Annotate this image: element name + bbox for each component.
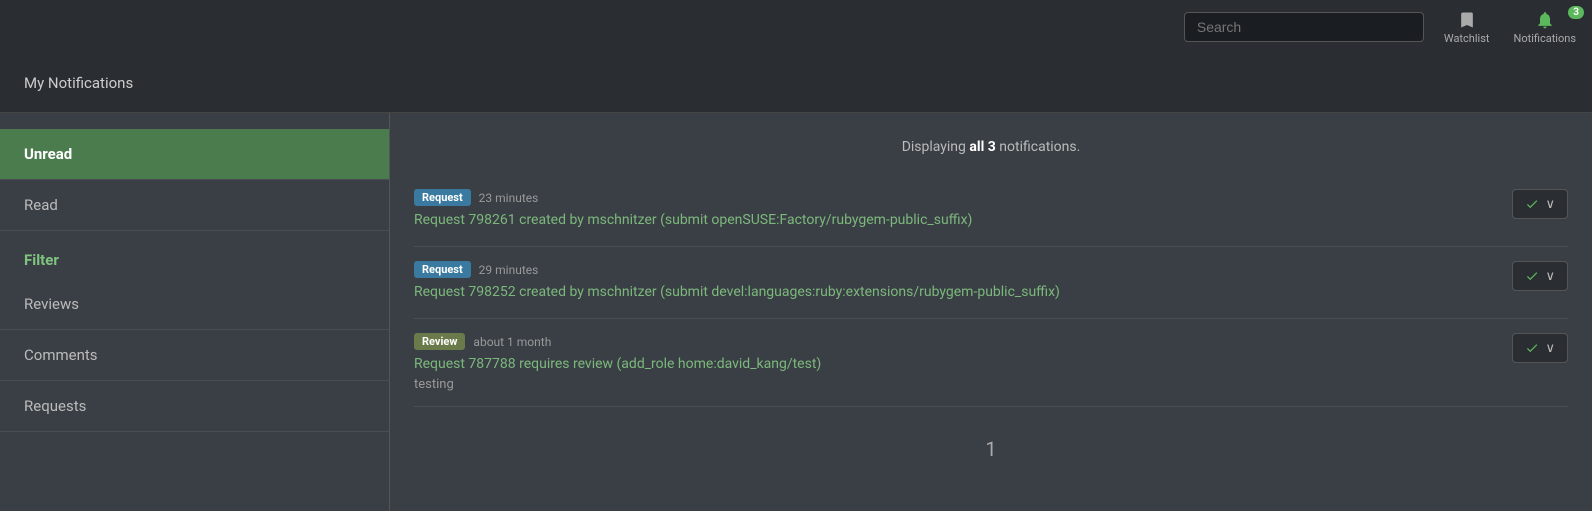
page-title: My Notifications bbox=[24, 74, 133, 92]
notification-link[interactable]: Request 798252 created by mschnitzer (su… bbox=[414, 284, 1492, 300]
notification-item: Request 29 minutes Request 798252 create… bbox=[414, 247, 1568, 319]
notification-meta: Review about 1 month bbox=[414, 333, 1492, 350]
filter-label: Filter bbox=[0, 231, 389, 279]
notification-link[interactable]: Request 798261 created by mschnitzer (su… bbox=[414, 212, 1492, 228]
notifications-label: Notifications bbox=[1513, 32, 1576, 45]
notifications-badge: 3 bbox=[1568, 6, 1584, 19]
mark-read-button[interactable]: ∨ bbox=[1512, 333, 1568, 363]
sidebar-item-reviews[interactable]: Reviews bbox=[0, 279, 389, 330]
notification-sub: testing bbox=[414, 377, 454, 392]
bell-icon bbox=[1535, 10, 1555, 30]
notifications-nav-item[interactable]: 3 Notifications bbox=[1513, 10, 1576, 45]
sidebar: Unread Read Filter Reviews Comments Requ… bbox=[0, 113, 390, 511]
dropdown-arrow: ∨ bbox=[1545, 196, 1555, 212]
notification-time: 23 minutes bbox=[479, 191, 539, 205]
sidebar-item-requests[interactable]: Requests bbox=[0, 381, 389, 432]
notification-item: Review about 1 month Request 787788 requ… bbox=[414, 319, 1568, 407]
notification-link[interactable]: Request 787788 requires review (add_role… bbox=[414, 356, 1492, 372]
notification-time: 29 minutes bbox=[479, 263, 539, 277]
top-navigation: Watchlist 3 Notifications bbox=[0, 0, 1592, 54]
dropdown-arrow: ∨ bbox=[1545, 340, 1555, 356]
check-icon bbox=[1525, 269, 1539, 283]
notification-details: Request 29 minutes Request 798252 create… bbox=[414, 261, 1492, 304]
search-input[interactable] bbox=[1184, 12, 1424, 42]
sidebar-item-comments[interactable]: Comments bbox=[0, 330, 389, 381]
page-header: My Notifications bbox=[0, 54, 1592, 113]
check-icon bbox=[1525, 341, 1539, 355]
check-icon bbox=[1525, 197, 1539, 211]
notification-tag: Request bbox=[414, 261, 471, 278]
sidebar-item-unread[interactable]: Unread bbox=[0, 129, 389, 180]
bookmark-icon bbox=[1457, 10, 1477, 30]
nav-icons: Watchlist 3 Notifications bbox=[1444, 10, 1576, 45]
mark-read-button[interactable]: ∨ bbox=[1512, 261, 1568, 291]
notification-time: about 1 month bbox=[473, 335, 551, 349]
watchlist-label: Watchlist bbox=[1444, 32, 1490, 45]
notification-tag: Request bbox=[414, 189, 471, 206]
notification-details: Request 23 minutes Request 798261 create… bbox=[414, 189, 1492, 232]
main-layout: Unread Read Filter Reviews Comments Requ… bbox=[0, 113, 1592, 511]
watchlist-nav-item[interactable]: Watchlist bbox=[1444, 10, 1490, 45]
displaying-text: Displaying all 3 notifications. bbox=[414, 129, 1568, 175]
mark-read-button[interactable]: ∨ bbox=[1512, 189, 1568, 219]
notification-meta: Request 29 minutes bbox=[414, 261, 1492, 278]
page-number: 1 bbox=[414, 407, 1568, 491]
notification-details: Review about 1 month Request 787788 requ… bbox=[414, 333, 1492, 392]
dropdown-arrow: ∨ bbox=[1545, 268, 1555, 284]
notification-item: Request 23 minutes Request 798261 create… bbox=[414, 175, 1568, 247]
notification-tag: Review bbox=[414, 333, 465, 350]
notifications-content: Displaying all 3 notifications. Request … bbox=[390, 113, 1592, 511]
sidebar-item-read[interactable]: Read bbox=[0, 180, 389, 231]
notification-meta: Request 23 minutes bbox=[414, 189, 1492, 206]
